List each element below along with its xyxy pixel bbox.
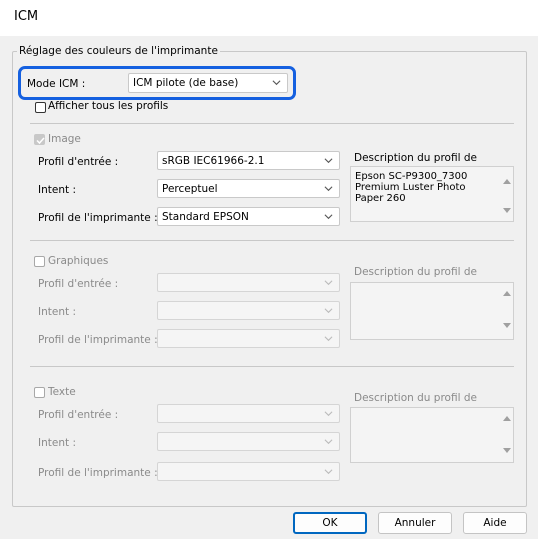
text-intent-label: Intent :	[38, 437, 76, 449]
image-printer-profile-value: Standard EPSON	[162, 211, 249, 223]
scroll-up-icon[interactable]	[503, 179, 511, 184]
image-intent-value: Perceptuel	[162, 183, 218, 195]
group-legend: Réglage des couleurs de l'imprimante	[19, 45, 218, 57]
graphics-description-label: Description du profil de	[354, 266, 477, 278]
text-input-profile-select[interactable]	[157, 404, 340, 423]
chevron-down-icon	[324, 158, 333, 164]
separator	[30, 366, 514, 367]
chevron-down-icon	[324, 469, 333, 475]
text-intent-select[interactable]	[157, 432, 340, 451]
text-description-label: Description du profil de	[354, 392, 477, 404]
chevron-down-icon	[324, 186, 333, 192]
graphics-description-box[interactable]	[350, 282, 514, 340]
image-intent-select[interactable]: Perceptuel	[157, 179, 340, 198]
chevron-down-icon	[324, 439, 333, 445]
image-description-text: Epson SC-P9300_7300 Premium Luster Photo…	[355, 171, 468, 204]
separator	[30, 240, 514, 241]
chevron-down-icon	[324, 336, 333, 342]
graphics-input-profile-select[interactable]	[157, 273, 340, 292]
graphics-label: Graphiques	[48, 255, 109, 267]
scroll-down-icon[interactable]	[503, 448, 511, 453]
graphics-checkbox[interactable]	[34, 256, 45, 267]
image-printer-profile-label: Profil de l'imprimante :	[38, 212, 158, 224]
help-button[interactable]: Aide	[463, 512, 527, 534]
graphics-printer-profile-select[interactable]	[157, 329, 340, 348]
image-printer-profile-select[interactable]: Standard EPSON	[157, 207, 340, 226]
chevron-down-icon	[324, 214, 333, 220]
text-description-box[interactable]	[350, 407, 514, 463]
scroll-up-icon[interactable]	[503, 416, 511, 421]
scroll-down-icon[interactable]	[503, 208, 511, 213]
graphics-intent-select[interactable]	[157, 301, 340, 320]
mode-highlight-annotation	[18, 66, 296, 100]
ok-button[interactable]: OK	[293, 512, 367, 534]
window-title: ICM	[14, 9, 39, 24]
scroll-up-icon[interactable]	[503, 291, 511, 296]
text-label: Texte	[48, 386, 76, 398]
image-input-profile-label: Profil d'entrée :	[38, 156, 119, 168]
image-input-profile-select[interactable]: sRGB IEC61966-2.1	[157, 151, 340, 170]
chevron-down-icon	[324, 280, 333, 286]
text-input-profile-label: Profil d'entrée :	[38, 409, 119, 421]
text-printer-profile-select[interactable]	[157, 462, 340, 481]
chevron-down-icon	[324, 308, 333, 314]
graphics-input-profile-label: Profil d'entrée :	[38, 278, 119, 290]
image-input-profile-value: sRGB IEC61966-2.1	[162, 155, 265, 167]
scroll-down-icon[interactable]	[503, 323, 511, 328]
image-description-box[interactable]: Epson SC-P9300_7300 Premium Luster Photo…	[350, 166, 514, 222]
separator	[30, 123, 514, 124]
cancel-button[interactable]: Annuler	[378, 512, 452, 534]
show-all-profiles-checkbox[interactable]	[35, 102, 46, 113]
image-description-label: Description du profil de	[354, 152, 477, 164]
title-bar: ICM	[0, 0, 538, 36]
image-intent-label: Intent :	[38, 184, 76, 196]
chevron-down-icon	[324, 411, 333, 417]
graphics-intent-label: Intent :	[38, 306, 76, 318]
show-all-profiles-label: Afficher tous les profils	[48, 100, 169, 112]
image-label: Image	[48, 133, 81, 145]
image-checkbox[interactable]	[34, 134, 45, 145]
checkmark-icon	[36, 137, 45, 145]
graphics-printer-profile-label: Profil de l'imprimante :	[38, 334, 158, 346]
text-printer-profile-label: Profil de l'imprimante :	[38, 467, 158, 479]
text-checkbox[interactable]	[34, 387, 45, 398]
